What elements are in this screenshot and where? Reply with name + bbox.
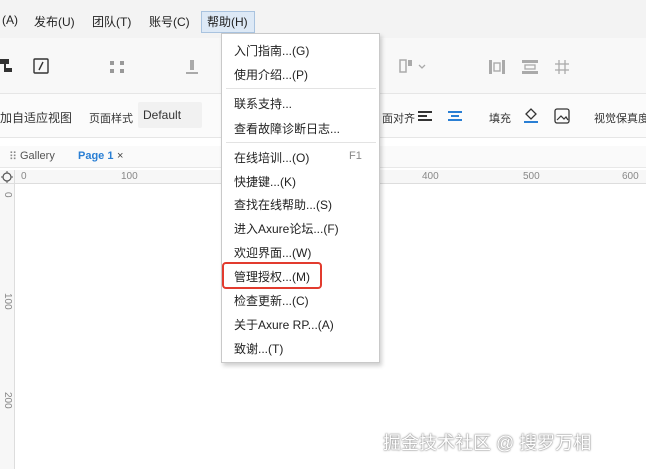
help-menu-item[interactable]: 快捷键...(K)	[234, 173, 296, 190]
align-left-right-icon[interactable]	[488, 59, 506, 75]
crop-icon[interactable]	[108, 59, 126, 75]
connector-icon[interactable]	[0, 58, 14, 74]
ruler-corner[interactable]	[0, 170, 15, 184]
ruler-h-label: 600	[622, 171, 639, 182]
align-center-text-icon[interactable]	[448, 110, 462, 122]
page-style-select[interactable]: Default	[138, 102, 202, 128]
align-label: 面对齐	[382, 113, 415, 125]
help-menu-dropdown: 入门指南...(G) 使用介绍...(P) 联系支持... 查看故障诊断日志..…	[221, 33, 380, 363]
tab-gallery[interactable]: Gallery	[20, 150, 55, 162]
help-menu-item[interactable]: 查找在线帮助...(S)	[234, 196, 332, 213]
help-menu-item[interactable]: 欢迎界面...(W)	[234, 244, 311, 261]
ruler-h-label: 400	[422, 171, 439, 182]
menu-item-team[interactable]: 团队(T)	[92, 13, 131, 30]
ruler-h-label: 0	[21, 171, 27, 182]
watermark: 掘金技术社区 @ 搜罗万相	[383, 433, 592, 453]
fidelity-label: 视觉保真度	[594, 113, 646, 125]
tab-close-icon[interactable]: ×	[117, 150, 123, 162]
adaptive-view-button[interactable]: 加自适应视图	[0, 109, 72, 126]
highlight-annotation	[222, 262, 322, 289]
text-tool-icon[interactable]	[33, 58, 49, 74]
ruler-h-label: 100	[121, 171, 138, 182]
help-menu-item[interactable]: 使用介绍...(P)	[234, 66, 308, 83]
help-menu-item[interactable]: 进入Axure论坛...(F)	[234, 220, 339, 237]
align-bottom-icon[interactable]	[183, 58, 201, 76]
help-menu-item[interactable]: 入门指南...(G)	[234, 42, 309, 59]
ruler-v-label: 0	[2, 192, 13, 198]
help-menu-item[interactable]: 关于Axure RP...(A)	[234, 316, 334, 333]
align-left-text-icon[interactable]	[418, 110, 432, 122]
help-menu-item[interactable]: 查看故障诊断日志...	[234, 120, 340, 137]
vertical-ruler: 0 100 200	[0, 184, 15, 469]
ruler-v-label: 100	[2, 293, 13, 310]
page-style-value: Default	[143, 108, 182, 122]
menu-item-a[interactable]: (A)	[2, 13, 18, 27]
help-menu-item[interactable]: 检查更新...(C)	[234, 292, 309, 309]
align-top-bottom-icon[interactable]	[521, 59, 539, 75]
target-icon	[1, 171, 13, 183]
fill-bucket-icon[interactable]	[523, 106, 539, 124]
shortcut-label: F1	[349, 150, 362, 162]
grid-icon[interactable]	[554, 59, 570, 75]
tab-page-1[interactable]: Page 1	[78, 150, 113, 162]
distribute-icon[interactable]	[399, 59, 427, 75]
fill-label: 填充	[489, 113, 511, 125]
menu-separator	[226, 88, 376, 89]
tab-drag-handle: ⠿	[9, 151, 18, 163]
menu-item-publish[interactable]: 发布(U)	[34, 13, 75, 30]
menu-separator	[226, 142, 376, 143]
help-menu-item[interactable]: 在线培训...(O)	[234, 149, 309, 166]
ruler-h-label: 500	[523, 171, 540, 182]
image-icon[interactable]	[554, 108, 570, 124]
help-menu-item[interactable]: 致谢...(T)	[234, 340, 283, 357]
menu-item-help[interactable]: 帮助(H)	[207, 13, 248, 30]
menu-item-account[interactable]: 账号(C)	[149, 13, 190, 30]
ruler-v-label: 200	[2, 392, 13, 409]
page-style-label: 页面样式	[89, 113, 133, 125]
help-menu-item[interactable]: 联系支持...	[234, 95, 292, 112]
